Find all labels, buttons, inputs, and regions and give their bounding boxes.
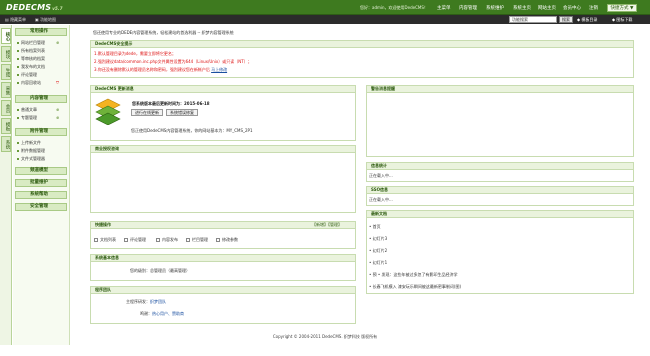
- team-panel: 程序团队: [90, 286, 356, 324]
- business-panel: 商业授权咨询: [90, 145, 356, 213]
- update-title: DedeCMS 更新消息: [91, 86, 355, 93]
- search-input[interactable]: 功能搜索: [509, 16, 557, 23]
- business-title: 商业授权咨询: [91, 146, 355, 153]
- menu-group-attachments[interactable]: 附件管理: [15, 128, 67, 136]
- nav-main-menu[interactable]: 主菜单: [437, 5, 451, 11]
- nav-site[interactable]: 网站主页: [538, 5, 556, 11]
- menu-group-batch[interactable]: 批量维护: [15, 179, 67, 187]
- quick-doc-list[interactable]: 文档列表: [94, 237, 116, 243]
- nav-home[interactable]: 系统主页: [513, 5, 531, 11]
- quick-settings[interactable]: 修改参数: [216, 237, 238, 243]
- nav-content[interactable]: 内容管理: [459, 5, 477, 11]
- search-button[interactable]: 搜索: [559, 16, 573, 23]
- menu-group-security[interactable]: 安全管理: [15, 203, 67, 211]
- layers-icon: [95, 98, 121, 125]
- shield-icon: ⛉: [56, 80, 59, 85]
- menu-group-content[interactable]: 内容管理: [15, 95, 67, 103]
- doc-item[interactable]: • 预 • 发现：这些年被过多忽了有影印生品经济学: [369, 272, 458, 278]
- menu-item-file-manager[interactable]: 文件式管理器: [17, 156, 45, 162]
- online-update-button[interactable]: 进行在线更新: [131, 109, 163, 116]
- quick-comments[interactable]: 评论管理: [124, 237, 146, 243]
- menu-item-article[interactable]: 普通文章: [17, 107, 37, 113]
- settings-icon: [216, 238, 220, 242]
- quick-menu-button[interactable]: 快捷方式 ▼: [607, 4, 637, 12]
- sso-panel: SSO信息: [366, 186, 634, 206]
- menu-item-columns[interactable]: 网站栏目管理: [17, 40, 45, 46]
- tab-collect[interactable]: 采集: [1, 82, 11, 98]
- footer: Copyright © 2004-2011 DedeCMS. 织梦科技 版权所有: [272, 334, 378, 339]
- publish-icon: [156, 238, 160, 242]
- quickops-add-manage[interactable]: 【新增】【管理】: [312, 222, 342, 228]
- template-dir-link[interactable]: ◆ 模板目录: [577, 17, 597, 23]
- stats-panel: 信息统计: [366, 162, 634, 182]
- welcome-text: 您好：admin，欢迎使用DedeCMS！: [360, 5, 428, 10]
- security-line-2: 2.强烈建议data/common.inc.php文件属性设置为644（Linu…: [94, 59, 252, 64]
- breadcrumb: 您还使用专业的DEDE内容管理系统，轻松建站的首选利器 -- 织梦内容管理系统: [93, 30, 234, 35]
- document-icon: [94, 238, 98, 242]
- menu-item-attach-data[interactable]: 附件数据管理: [17, 148, 45, 154]
- menu-group-common[interactable]: 常用操作: [15, 28, 67, 36]
- nav-logout[interactable]: 注销: [589, 5, 598, 11]
- team-row-1: 主程序研发：织梦团队: [126, 299, 166, 304]
- tab-system[interactable]: 系统: [1, 136, 11, 152]
- hide-menu-link[interactable]: ▤ 隐藏菜单: [5, 17, 26, 23]
- quick-publish[interactable]: 内容发布: [156, 237, 178, 243]
- security-title: DedeCMS安全提示: [91, 41, 633, 48]
- doc-item[interactable]: • 首页: [369, 224, 381, 230]
- tab-modules[interactable]: 模块: [1, 46, 11, 62]
- logo: DEDECMSv5.7: [6, 3, 63, 12]
- add-icon[interactable]: ⊕: [56, 107, 59, 112]
- menu-item-all-docs[interactable]: 所有档案列表: [17, 48, 45, 54]
- menu-item-recycle[interactable]: 内容回收站: [17, 80, 41, 86]
- doc-item[interactable]: • 幻灯片2: [369, 248, 387, 254]
- add-icon[interactable]: ⊕: [56, 115, 59, 120]
- stats-title: 信息统计: [367, 163, 633, 170]
- news-title: 警告消息提醒: [367, 86, 633, 93]
- team-title: 程序团队: [91, 287, 355, 294]
- folder-icon: ◆: [577, 16, 581, 22]
- menu-item-upload[interactable]: 上传新文件: [17, 140, 41, 146]
- tab-members[interactable]: 会员: [1, 100, 11, 116]
- tab-templates[interactable]: 模板: [1, 118, 11, 134]
- doc-item[interactable]: • 幻灯片3: [369, 236, 387, 242]
- news-panel: 警告消息提醒: [366, 85, 634, 157]
- release-info: 您系统版本最后更新时间为：2015-06-18: [132, 101, 210, 106]
- doc-item[interactable]: • 幻灯片1: [369, 260, 387, 266]
- repair-button[interactable]: 系统错误修复: [166, 109, 198, 116]
- menu-item-comments[interactable]: 评论管理: [17, 72, 37, 78]
- sso-title: SSO信息: [367, 187, 633, 194]
- menu-item-my-docs[interactable]: 我发布的文档: [17, 64, 45, 70]
- sysinfo-title: 系统基本信息: [91, 255, 355, 262]
- update-desc: 您正使用DedeCMS内容管理系统，你的网站基本为：MY_CMS_2P1: [131, 128, 253, 133]
- nav-member[interactable]: 会员中心: [563, 5, 581, 11]
- security-line-3: 3.你还没有删除默认的管理员名称和密码，强烈建议您在新帐户后 马上修改: [94, 67, 228, 72]
- docs-title: 最新文档: [367, 211, 633, 218]
- menu-item-topic[interactable]: 专题管理: [17, 115, 37, 121]
- add-icon[interactable]: ⊕: [56, 40, 59, 45]
- menu-group-channel[interactable]: 频道模型: [15, 167, 67, 175]
- comment-icon: [124, 238, 128, 242]
- column-icon: [186, 238, 190, 242]
- sysinfo-row: 您的级别：总管理员（最高管理）: [130, 268, 190, 273]
- tab-core[interactable]: 核心: [1, 28, 11, 44]
- tab-generate[interactable]: 生成: [1, 64, 11, 80]
- sso-loading: 正在载入中...: [369, 197, 393, 202]
- quick-columns[interactable]: 栏目管理: [186, 237, 208, 243]
- stats-loading: 正在载入中...: [369, 173, 393, 178]
- function-map-link[interactable]: ▣ 功能地图: [35, 17, 56, 23]
- team-row-2: 鸣谢：热心用户、赞助商: [140, 311, 184, 316]
- nav-maintenance[interactable]: 系统维护: [486, 5, 504, 11]
- menu-group-help[interactable]: 系统帮助: [15, 191, 67, 199]
- doc-item[interactable]: • 长春飞机模入 漆安玩乐瞬间被这最新密事制词(图): [369, 284, 461, 290]
- download-icon: ◆: [612, 16, 616, 22]
- menu-item-pending[interactable]: 等审核的档案: [17, 56, 45, 62]
- map-icon: ▣: [35, 16, 39, 22]
- icon-download-link[interactable]: ◆ 图标下载: [612, 17, 632, 23]
- fix-now-link[interactable]: 马上修改: [211, 67, 227, 72]
- menu-icon: ▤: [5, 16, 9, 22]
- docs-panel: 最新文档: [366, 210, 634, 294]
- security-line-1: 1.默认管理目录为dede，需要立即将它更名；: [94, 51, 176, 56]
